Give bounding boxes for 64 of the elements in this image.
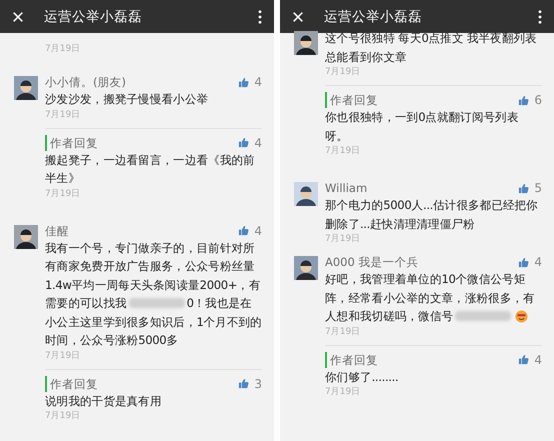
- thumbs-up-icon[interactable]: [238, 76, 250, 88]
- comment-text: 这个号很独特 每天0点推文 我半夜翻列表: [325, 30, 537, 47]
- comment-date: 7月19日: [325, 326, 362, 338]
- comment-text: 0！我也是在: [186, 295, 252, 312]
- comment-date: 7月19日: [45, 410, 82, 423]
- comment-text: 需要的可以找我: [45, 295, 127, 312]
- comment-date: 7月19日: [45, 43, 80, 56]
- thumbs-up-icon[interactable]: [238, 137, 250, 148]
- comment-text: 搬起凳子，一边看留言，一边看《我的前: [45, 152, 255, 168]
- comment-text: 1.4w平均一周每天头条阅读量2000+，有: [45, 276, 260, 294]
- comment-date: 7月19日: [325, 386, 362, 399]
- like-count: 4: [254, 136, 262, 150]
- close-icon[interactable]: [12, 10, 24, 22]
- page-title: 运营公举小磊磊: [324, 8, 423, 26]
- comment-date: 7月19日: [325, 145, 362, 158]
- like-count: 4: [534, 352, 542, 366]
- comment-text: 你们够了........: [325, 368, 398, 386]
- comment-text: 阵，经常看小公举的文章，涨粉很多，有: [325, 290, 535, 306]
- thumbs-up-icon[interactable]: [238, 378, 250, 389]
- thumbs-up-icon[interactable]: [518, 182, 530, 194]
- like-count: 4: [254, 75, 262, 89]
- comment-text: 时间，公众号涨粉5000多: [45, 332, 178, 349]
- thumbs-up-icon[interactable]: [518, 354, 530, 365]
- close-icon[interactable]: [292, 10, 304, 22]
- comment-text: 总能看到你文章: [325, 48, 407, 66]
- page-title: 运营公举小磊磊: [44, 8, 143, 26]
- comment-text: 人想和我切磋吗，微信号: [325, 308, 454, 325]
- like-count: 5: [534, 181, 542, 195]
- author-reply-label: 作者回复: [45, 134, 98, 150]
- like-count: 3: [254, 376, 262, 390]
- emoji-icon: [515, 310, 528, 323]
- comment-text: 你也很独特，一到0点就翻订阅号列表: [325, 109, 518, 126]
- comment-date: 7月19日: [325, 66, 362, 79]
- comment-text: 删除了...赶快清理清理僵尸粉: [325, 216, 475, 232]
- like-count: 4: [254, 224, 262, 238]
- user-name: 佳醒: [45, 222, 69, 238]
- comment-text: 那个电力的5000人...估计很多都已经把你: [325, 197, 538, 214]
- comment-text: 沙发沙发，搬凳子慢慢看小公举: [45, 91, 208, 108]
- comment-date: 7月19日: [45, 188, 82, 200]
- user-name: A000 我是一个兵: [325, 254, 418, 270]
- comment-date: 7月19日: [45, 350, 82, 362]
- comment-text: 小公主这里学到很多知识后，1个月不到的: [45, 314, 262, 330]
- comment-text: 半生》: [45, 170, 80, 187]
- user-name: William: [325, 180, 368, 196]
- comment-date: 7月19日: [45, 108, 82, 122]
- like-count: 6: [534, 93, 542, 107]
- thumbs-up-icon[interactable]: [518, 256, 530, 268]
- blurred-patch: [455, 311, 512, 322]
- author-reply-label: 作者回复: [45, 376, 98, 392]
- more-icon[interactable]: [538, 10, 542, 24]
- comment-text: 我有一个号，专门做亲子的，目前针对所: [45, 240, 255, 256]
- like-count: 4: [534, 255, 542, 269]
- comment-date: 7月19日: [325, 233, 362, 246]
- comment-text: 有商家免费开放广告服务，公众号粉丝量: [45, 258, 255, 275]
- comment-text: 好吧，我管理着单位的10个微信公号矩: [325, 271, 526, 288]
- blurred-patch: [128, 298, 185, 308]
- thumbs-up-icon[interactable]: [238, 225, 250, 236]
- comment-text: 说明我的干货是真有用: [45, 392, 162, 410]
- thumbs-up-icon[interactable]: [518, 94, 530, 106]
- author-reply-label: 作者回复: [325, 352, 378, 368]
- user-name: 小小倩。(朋友): [45, 74, 126, 90]
- comment-text: 呀。: [325, 128, 348, 144]
- more-icon[interactable]: [258, 10, 262, 24]
- author-reply-label: 作者回复: [325, 92, 378, 108]
